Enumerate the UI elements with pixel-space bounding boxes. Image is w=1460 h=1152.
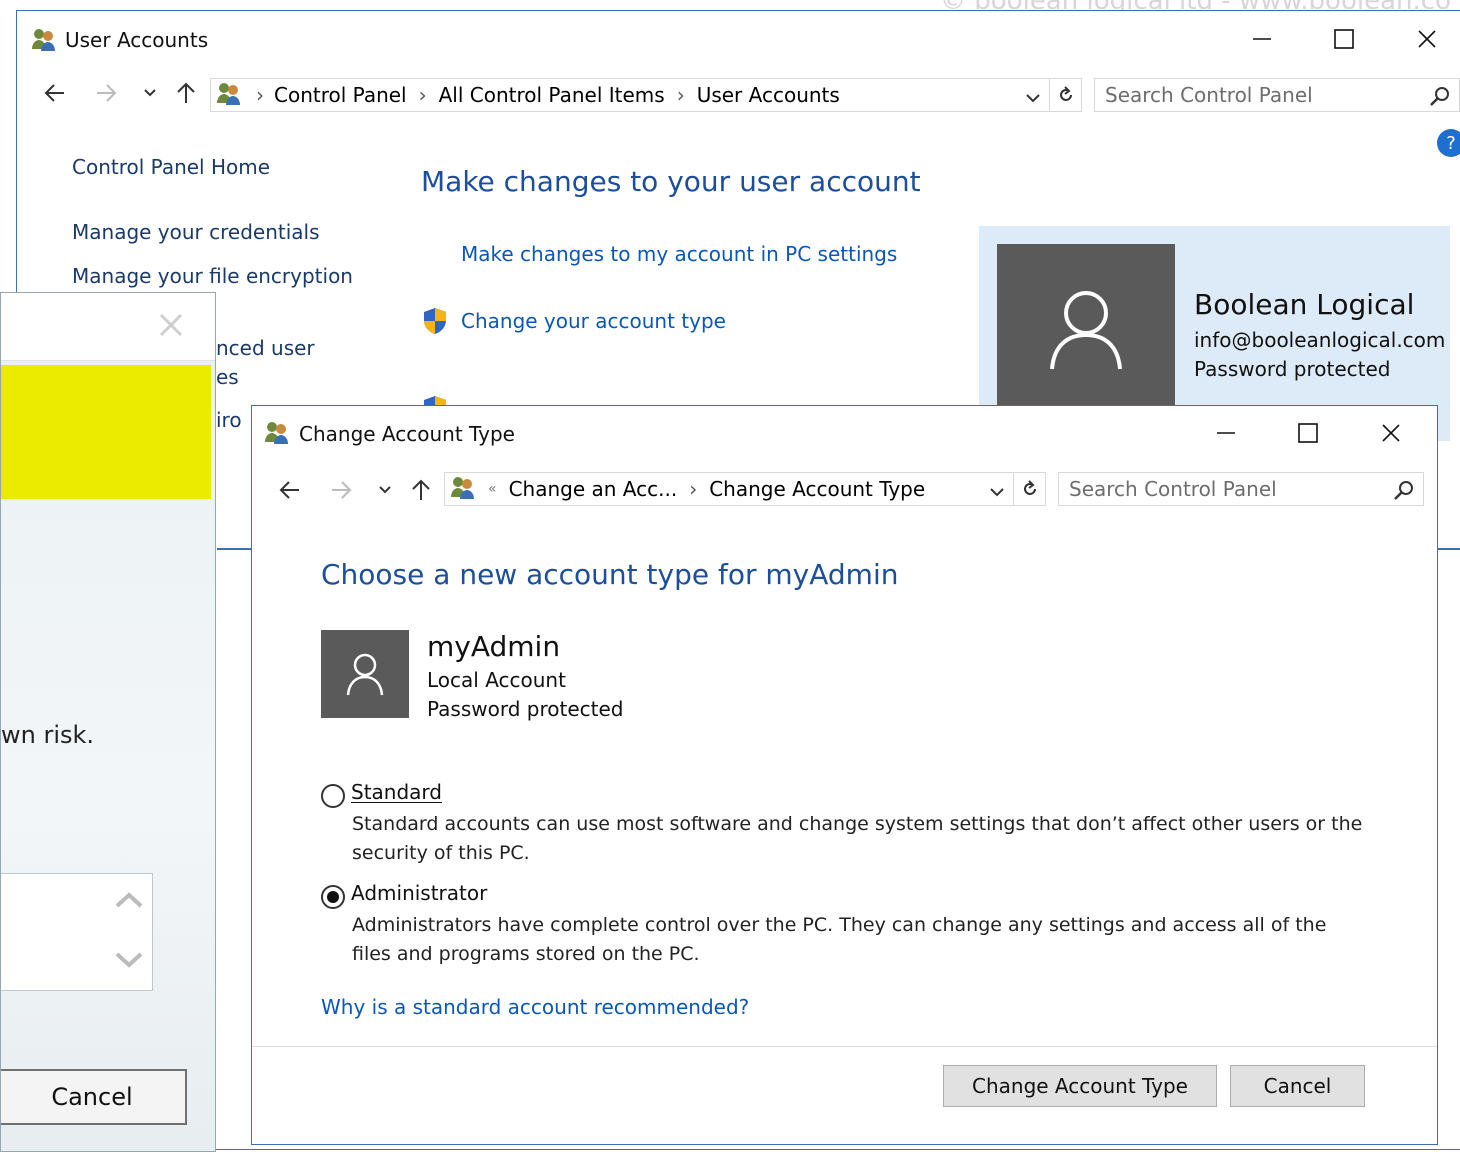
up-button[interactable] [409,478,433,508]
administrator-description-line2: files and programs stored on the PC. [352,943,700,965]
divider [252,1046,1437,1047]
sidebar-control-panel-home[interactable]: Control Panel Home [72,155,270,179]
control-panel-icon [450,475,476,504]
dialog-heading: Choose a new account type for myAdmin [321,558,899,591]
sidebar-item-credentials[interactable]: Manage your credentials [72,220,320,244]
user-avatar [321,630,409,718]
address-dropdown-icon[interactable] [1025,87,1041,111]
user-account-kind: Local Account [427,668,566,692]
pc-settings-link[interactable]: Make changes to my account in PC setting… [461,242,897,266]
up-button[interactable] [174,81,198,111]
user-password-status: Password protected [427,697,624,721]
administrator-radio[interactable] [321,885,345,909]
search-placeholder: Search Control Panel [1069,477,1277,501]
standard-description-line1: Standard accounts can use most software … [352,813,1363,835]
change-account-type-link[interactable]: Change your account type [461,309,726,333]
address-bar[interactable]: « Change an Acc... › Change Account Type [444,472,1046,506]
search-input[interactable]: Search Control Panel [1094,78,1460,112]
breadcrumb-overflow-icon[interactable]: « [488,481,497,497]
search-icon[interactable] [1393,479,1415,506]
dialog-title: Change Account Type [299,422,515,446]
breadcrumb-change-account-type[interactable]: Change Account Type [709,477,925,501]
legacy-title-bar [1,293,215,361]
close-button[interactable] [1349,406,1433,460]
forward-button[interactable] [94,81,118,111]
maximize-button[interactable] [1302,11,1386,67]
legacy-cancel-button[interactable]: Cancel [1,1069,187,1125]
uac-shield-icon [422,307,448,339]
account-name: Boolean Logical [1194,288,1415,321]
refresh-icon[interactable] [1049,79,1081,111]
address-bar[interactable]: › Control Panel › All Control Panel Item… [210,78,1082,112]
sidebar-item-environment[interactable]: iro [216,408,242,432]
recent-locations-chevron-icon[interactable] [142,83,158,109]
back-button[interactable] [43,81,67,111]
forward-button[interactable] [329,478,353,508]
breadcrumb-all-items[interactable]: All Control Panel Items [439,83,665,107]
avatar [997,244,1175,414]
breadcrumb-separator-icon: › [256,83,264,107]
close-icon[interactable] [157,311,185,343]
minimize-button[interactable] [1220,11,1304,67]
close-button[interactable] [1385,11,1460,67]
user-icon [346,653,384,696]
legacy-dialog: wn risk. Cancel [0,292,216,1152]
window-title: User Accounts [65,28,209,52]
sidebar-item-advanced-user[interactable]: nced user [216,336,315,360]
maximize-button[interactable] [1266,406,1350,460]
search-placeholder: Search Control Panel [1105,83,1313,107]
user-name: myAdmin [427,630,561,663]
sidebar-item-file-encryption[interactable]: Manage your file encryption [72,264,353,288]
minimize-button[interactable] [1184,406,1268,460]
warning-text: wn risk. [1,721,95,749]
recent-locations-chevron-icon[interactable] [377,480,393,506]
help-icon-label: ? [1446,132,1456,154]
help-icon[interactable]: ? [1437,129,1460,157]
control-panel-icon [216,81,242,110]
standard-description-line2: security of this PC. [352,842,530,864]
warning-banner [1,365,211,499]
scroll-up-icon[interactable] [114,890,144,914]
administrator-description-line1: Administrators have complete control ove… [352,914,1327,936]
users-icon [264,420,290,448]
change-account-type-button[interactable]: Change Account Type [943,1065,1217,1107]
search-icon[interactable] [1429,85,1451,112]
search-input[interactable]: Search Control Panel [1058,472,1424,506]
user-icon [1050,291,1122,370]
breadcrumb-separator-icon: › [418,83,427,107]
title-bar[interactable]: User Accounts [17,11,1460,69]
address-dropdown-icon[interactable] [989,481,1005,505]
scroll-down-icon[interactable] [114,950,144,974]
divider [1437,548,1460,550]
breadcrumb-user-accounts[interactable]: User Accounts [697,83,840,107]
scroll-list[interactable] [1,873,153,991]
breadcrumb-control-panel[interactable]: Control Panel [274,83,407,107]
page-heading: Make changes to your user account [421,165,921,198]
change-account-type-window: Change Account Type « Change an Acc... ›… [251,405,1438,1145]
users-icon [31,27,57,55]
back-button[interactable] [278,478,302,508]
standard-radio[interactable] [321,784,345,808]
administrator-radio-label[interactable]: Administrator [351,881,487,905]
breadcrumb-separator-icon: › [689,477,698,501]
refresh-icon[interactable] [1013,473,1045,505]
account-email: info@booleanlogical.com [1194,328,1446,352]
sidebar-item-advanced-user-cont[interactable]: es [216,365,239,389]
breadcrumb-separator-icon: › [676,83,685,107]
standard-radio-label[interactable]: Standard [351,780,442,804]
account-status: Password protected [1194,357,1391,381]
cancel-button[interactable]: Cancel [1230,1065,1365,1107]
breadcrumb-change-an-account[interactable]: Change an Acc... [509,477,678,501]
why-standard-link[interactable]: Why is a standard account recommended? [321,995,749,1019]
